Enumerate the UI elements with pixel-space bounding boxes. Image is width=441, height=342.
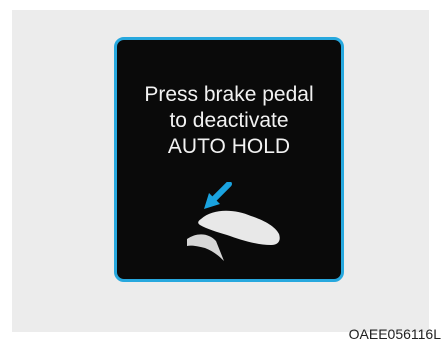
message-line-1: Press brake pedal (144, 83, 314, 106)
pedal-icon (187, 234, 224, 261)
brake-pedal-press-icon (187, 182, 280, 261)
message-line-2: to deactivate (169, 109, 289, 132)
auto-hold-message: Press brake pedal to deactivate AUTO HOL… (117, 82, 341, 160)
press-arrow-icon (204, 182, 232, 209)
image-code: OAEE056116L (348, 326, 441, 342)
cluster-display: Press brake pedal to deactivate AUTO HOL… (114, 37, 344, 282)
message-line-3: AUTO HOLD (167, 135, 291, 158)
